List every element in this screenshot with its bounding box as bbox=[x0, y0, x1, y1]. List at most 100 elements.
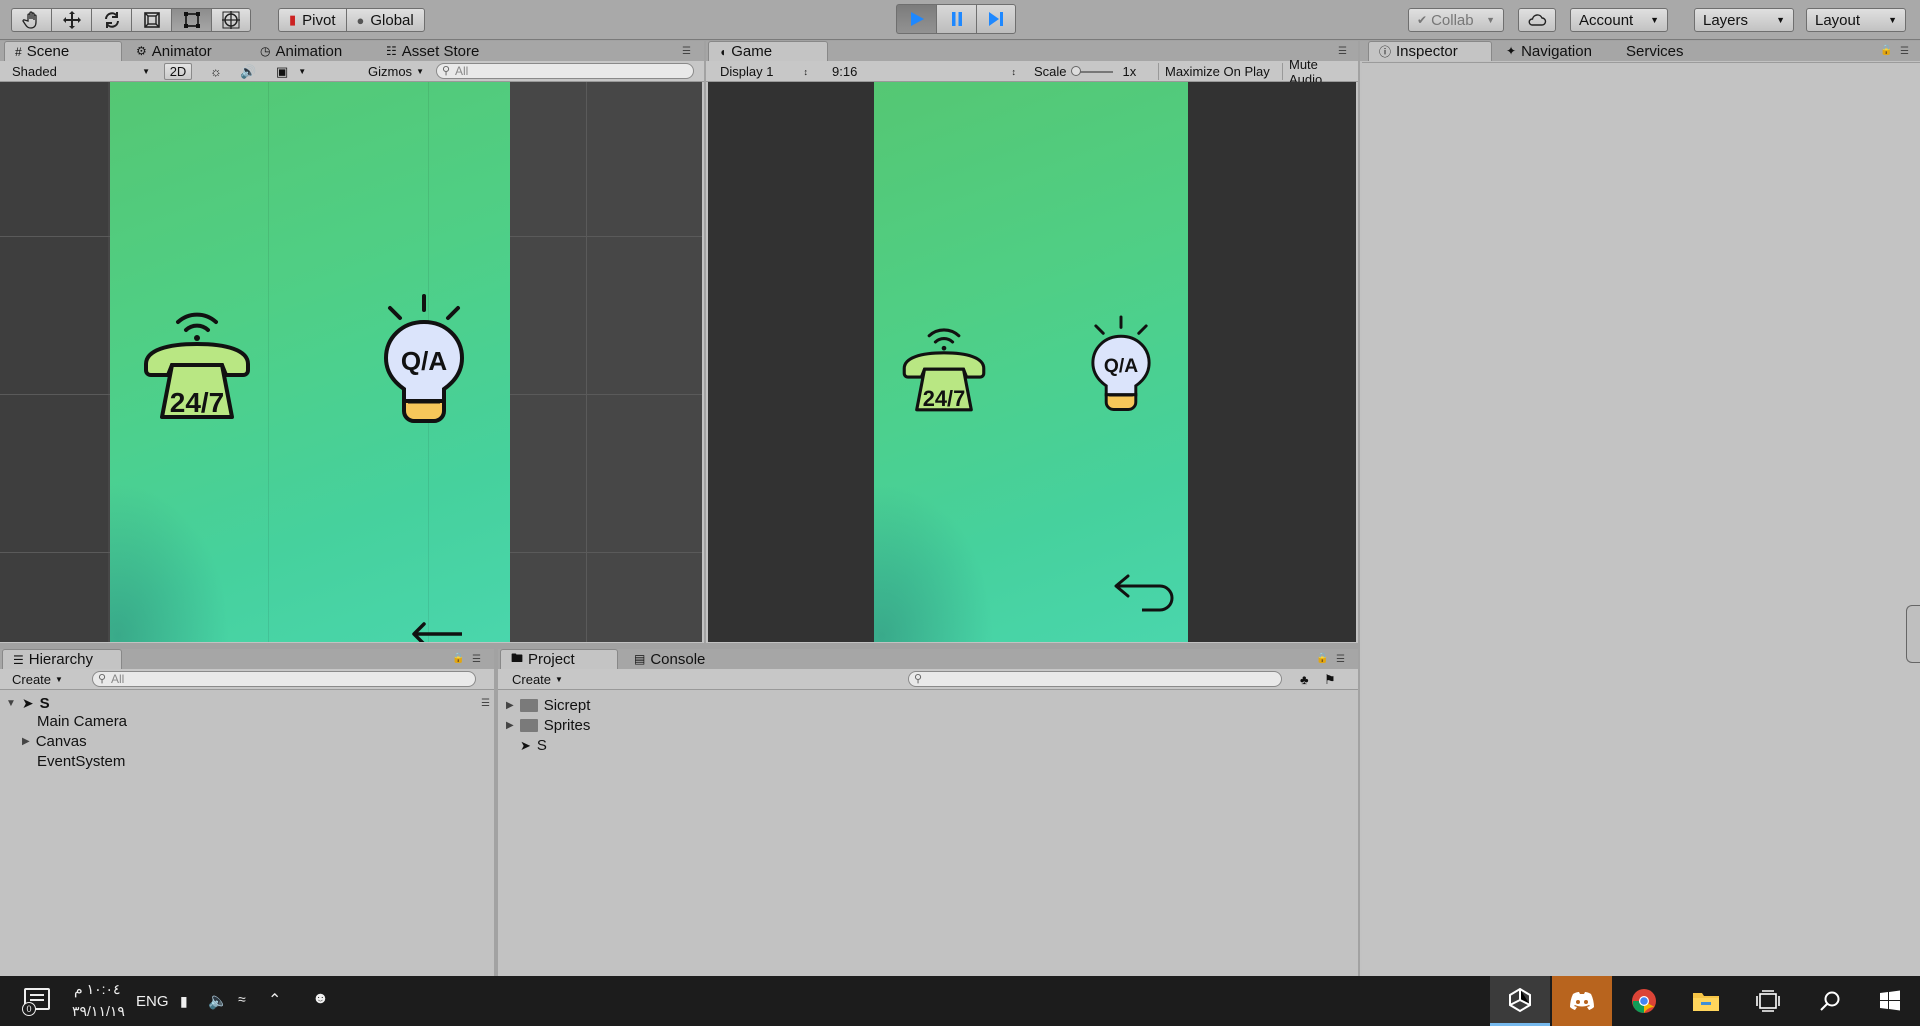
tab-scene[interactable]: # Scene bbox=[4, 41, 122, 61]
task-view-icon[interactable] bbox=[1738, 976, 1798, 1026]
slider-thumb[interactable] bbox=[1070, 65, 1081, 76]
tab-services[interactable]: Services bbox=[1616, 41, 1694, 61]
account-dropdown[interactable]: Account ▼ bbox=[1570, 8, 1668, 32]
battery-icon[interactable]: ▮ bbox=[180, 993, 188, 1010]
lock-icon[interactable]: 🔒 bbox=[452, 653, 464, 664]
hierarchy-item-label: EventSystem bbox=[37, 753, 126, 770]
phone-24-7-icon[interactable]: 24/7 bbox=[138, 292, 256, 422]
global-button[interactable]: ● Global bbox=[345, 8, 425, 32]
hierarchy-item[interactable]: ▶ Canvas bbox=[22, 733, 87, 750]
tab-project[interactable]: 🖿 Project bbox=[500, 649, 618, 669]
effects-dropdown[interactable]: ▣ ▼ bbox=[270, 63, 312, 80]
expand-right-icon[interactable]: ▶ bbox=[506, 720, 514, 731]
transform-tool-icon[interactable] bbox=[211, 8, 251, 32]
project-search-input[interactable]: ⚲ bbox=[908, 671, 1282, 687]
step-button[interactable] bbox=[976, 4, 1016, 34]
scroll-handle[interactable] bbox=[1906, 605, 1920, 663]
project-item[interactable]: ➤ S bbox=[520, 737, 547, 754]
filter-label-button[interactable]: ⚑ bbox=[1318, 671, 1342, 688]
expand-right-icon[interactable]: ▶ bbox=[22, 736, 30, 747]
audio-toggle[interactable]: 🔊 bbox=[234, 63, 262, 80]
maximize-on-play-toggle[interactable]: Maximize On Play bbox=[1158, 63, 1276, 80]
tab-asset-store[interactable]: ☷ Asset Store bbox=[376, 41, 489, 61]
language-indicator[interactable]: ENG bbox=[136, 993, 169, 1010]
panel-menu-icon[interactable]: ☰ bbox=[481, 698, 490, 709]
scale-slider[interactable] bbox=[1070, 65, 1113, 76]
pivot-global-group: ▮ Pivot ● Global bbox=[278, 8, 425, 32]
scene-search-input[interactable]: ⚲ All bbox=[436, 63, 694, 79]
expand-right-icon[interactable]: ▶ bbox=[506, 700, 514, 711]
pause-icon bbox=[951, 12, 962, 26]
collab-label: Collab bbox=[1431, 11, 1474, 29]
windows-start-icon[interactable] bbox=[1860, 976, 1920, 1026]
project-item[interactable]: ▶ Sprites bbox=[506, 717, 590, 734]
layers-dropdown[interactable]: Layers ▼ bbox=[1694, 8, 1794, 32]
mode-2d-button[interactable]: 2D bbox=[164, 63, 192, 80]
rotate-tool-icon[interactable] bbox=[91, 8, 131, 32]
grid-icon: # bbox=[15, 44, 22, 59]
aspect-dropdown[interactable]: 9:16 ↕ bbox=[826, 63, 1022, 80]
panel-menu-icon[interactable]: ☰ bbox=[1900, 46, 1909, 57]
inspector-content bbox=[1362, 62, 1920, 976]
search-taskbar-icon[interactable] bbox=[1800, 976, 1860, 1026]
chevron-up-icon[interactable]: ⌃ bbox=[268, 990, 281, 1010]
volume-icon[interactable]: 🔈 bbox=[208, 991, 228, 1011]
panel-menu-icon[interactable]: ☰ bbox=[1336, 654, 1345, 665]
scale-tool-icon[interactable] bbox=[131, 8, 171, 32]
hierarchy-create-dropdown[interactable]: Create ▼ bbox=[6, 671, 69, 688]
tab-game[interactable]: ◖ Game bbox=[708, 41, 828, 61]
project-create-dropdown[interactable]: Create ▼ bbox=[506, 671, 569, 688]
tab-scene-label: Scene bbox=[26, 43, 70, 60]
tab-navigation[interactable]: ✦ Navigation bbox=[1496, 41, 1602, 61]
unity-taskbar-icon[interactable] bbox=[1490, 976, 1550, 1026]
game-viewport[interactable]: 24/7 Q/A bbox=[708, 82, 1356, 642]
move-tool-icon[interactable] bbox=[51, 8, 91, 32]
rect-tool-icon[interactable] bbox=[171, 8, 211, 32]
clock-date[interactable]: ٣٩/١١/١٩ bbox=[72, 1003, 125, 1020]
tab-animation[interactable]: ◷ Animation bbox=[250, 41, 352, 61]
tab-hierarchy[interactable]: ☰ Hierarchy bbox=[2, 649, 122, 669]
search-icon: ⚲ bbox=[98, 673, 107, 685]
file-explorer-taskbar-icon[interactable] bbox=[1676, 976, 1736, 1026]
info-icon: ⓘ bbox=[1379, 45, 1392, 59]
filter-type-button[interactable]: ♣ bbox=[1294, 671, 1315, 688]
qa-bulb-icon[interactable]: Q/A bbox=[374, 292, 474, 427]
expand-down-icon[interactable]: ▼ bbox=[6, 698, 16, 709]
lock-icon[interactable]: 🔒 bbox=[1880, 45, 1892, 56]
tab-console[interactable]: ▤ Console bbox=[624, 649, 715, 669]
gizmos-dropdown[interactable]: Gizmos ▼ bbox=[362, 63, 430, 80]
lock-icon[interactable]: 🔒 bbox=[1316, 653, 1328, 664]
people-icon[interactable]: ☻ bbox=[312, 990, 329, 1008]
hierarchy-item[interactable]: Main Camera bbox=[37, 713, 127, 730]
gizmos-label: Gizmos bbox=[368, 64, 413, 79]
pivot-button[interactable]: ▮ Pivot bbox=[278, 8, 346, 32]
tab-animator[interactable]: ⚙ Animator bbox=[126, 41, 222, 61]
panel-menu-icon[interactable]: ☰ bbox=[1338, 46, 1347, 57]
scene-root-row[interactable]: ▼ ➤ S ☰ bbox=[6, 693, 490, 713]
filter-icon: ♣ bbox=[1300, 672, 1309, 687]
layout-dropdown[interactable]: Layout ▼ bbox=[1806, 8, 1906, 32]
hierarchy-item[interactable]: EventSystem bbox=[37, 753, 125, 770]
panel-menu-icon[interactable]: ☰ bbox=[682, 46, 691, 57]
hierarchy-tabbar: ☰ Hierarchy 🔒 ☰ bbox=[0, 649, 494, 669]
project-item[interactable]: ▶ Sicrept bbox=[506, 697, 590, 714]
shading-dropdown[interactable]: Shaded ▼ bbox=[6, 63, 156, 80]
wifi-icon[interactable]: ≈ bbox=[238, 991, 246, 1007]
hierarchy-search-input[interactable]: ⚲ All bbox=[92, 671, 476, 687]
pause-button[interactable] bbox=[936, 4, 976, 34]
mute-audio-toggle[interactable]: Mute Audio bbox=[1282, 57, 1358, 87]
chrome-taskbar-icon[interactable] bbox=[1614, 976, 1674, 1026]
collab-dropdown[interactable]: ✔ Collab ▼ bbox=[1408, 8, 1504, 32]
back-arrow-icon[interactable] bbox=[410, 620, 480, 642]
chevron-updown-icon: ↕ bbox=[803, 66, 809, 77]
tab-inspector[interactable]: ⓘ Inspector bbox=[1368, 41, 1492, 61]
discord-taskbar-icon[interactable] bbox=[1552, 976, 1612, 1026]
panel-menu-icon[interactable]: ☰ bbox=[472, 654, 481, 665]
display-dropdown[interactable]: Display 1 ↕ bbox=[714, 63, 814, 80]
hand-tool-icon[interactable] bbox=[11, 8, 51, 32]
play-button[interactable] bbox=[896, 4, 936, 34]
clock-time[interactable]: ١٠:٠٤ م bbox=[74, 981, 121, 998]
cloud-button[interactable] bbox=[1518, 8, 1556, 32]
scene-viewport[interactable]: 24/7 Q/A bbox=[0, 82, 702, 642]
lighting-toggle[interactable]: ☼ bbox=[204, 63, 228, 80]
